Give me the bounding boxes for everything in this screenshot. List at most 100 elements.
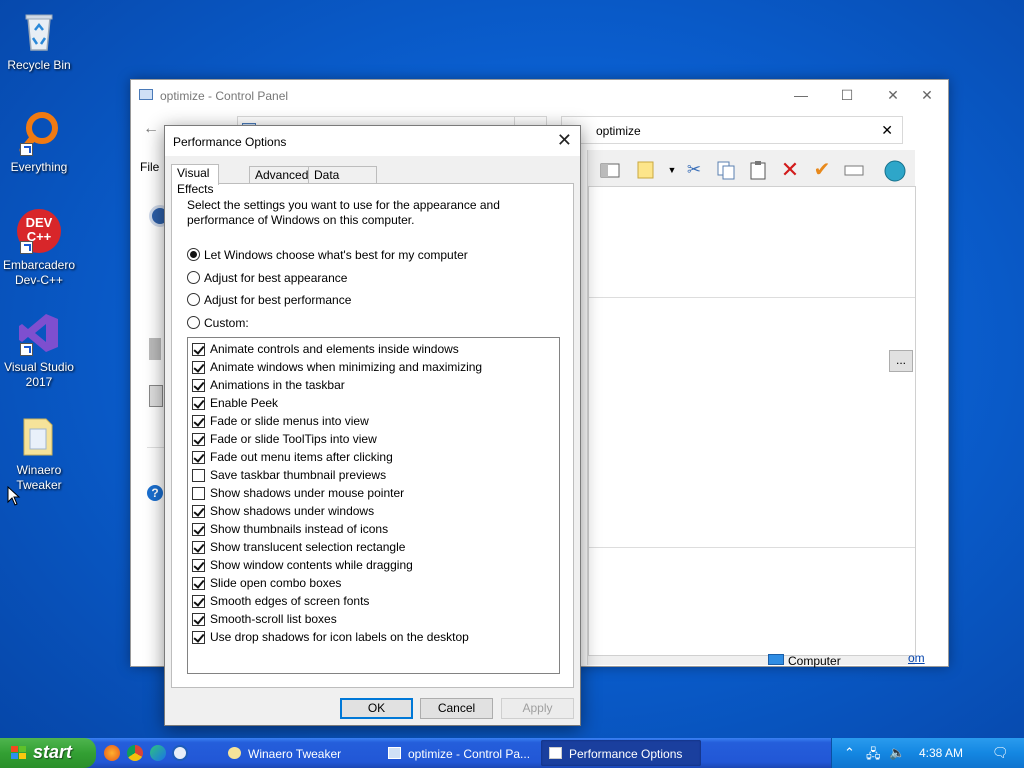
windows-flag-icon <box>11 746 27 760</box>
cancel-button[interactable]: Cancel <box>420 698 493 719</box>
chevron-down-icon[interactable]: ▼ <box>662 160 682 180</box>
recycle-bin-icon <box>16 8 62 54</box>
desktop-icon-visual-studio[interactable]: Visual Studio 2017 <box>0 310 78 390</box>
checkbox[interactable] <box>192 577 205 590</box>
radio-button[interactable] <box>187 271 200 284</box>
taskbar-item-label: Winaero Tweaker <box>248 747 342 761</box>
shortcut-arrow-icon <box>20 143 33 156</box>
visual-studio-icon <box>16 310 62 356</box>
taskbar-item-label: optimize - Control Pa... <box>408 747 531 761</box>
checkbox[interactable] <box>192 613 205 626</box>
checkbox[interactable] <box>192 343 205 356</box>
radio-label: Custom: <box>204 316 249 330</box>
description-text: Select the settings you want to use for … <box>187 198 500 227</box>
desktop-icon-everything[interactable]: Everything <box>0 110 78 175</box>
help-icon[interactable]: ? <box>147 485 163 501</box>
effects-list[interactable]: Animate controls and elements inside win… <box>187 337 560 674</box>
desktop-icon-winaero-tweaker[interactable]: Winaero Tweaker <box>0 413 78 493</box>
dialog-close-button[interactable]: ✕ <box>557 130 572 151</box>
back-arrow-icon[interactable]: ← <box>143 120 159 138</box>
start-button[interactable]: start <box>0 738 96 768</box>
taskbar-item-control-panel[interactable]: optimize - Control Pa... <box>380 740 540 766</box>
checkbox[interactable] <box>192 415 205 428</box>
effect-label: Fade or slide ToolTips into view <box>210 432 377 446</box>
checkmark-icon[interactable]: ✔ <box>812 160 832 180</box>
copy-icon[interactable] <box>716 160 736 180</box>
chrome-icon[interactable] <box>127 745 143 761</box>
note-icon[interactable] <box>636 160 656 180</box>
status-text: Computer <box>788 654 841 668</box>
tab-visual-effects[interactable]: Visual Effects <box>171 164 220 196</box>
apply-button[interactable]: Apply <box>501 698 574 719</box>
checkbox[interactable] <box>192 505 205 518</box>
checkbox[interactable] <box>192 469 205 482</box>
network-icon[interactable]: 🖧 <box>866 745 881 767</box>
taskbar-item-winaero-tweaker[interactable]: Winaero Tweaker <box>220 740 380 766</box>
maximize-button[interactable]: ☐ <box>824 80 870 111</box>
tab-advanced[interactable]: Advanced <box>249 166 315 184</box>
effect-label: Smooth edges of screen fonts <box>210 594 370 608</box>
taskbar-item-label: Performance Options <box>569 747 683 761</box>
tab-data-execution-prevention[interactable]: Data Execution Prevention <box>308 166 378 214</box>
search-box[interactable]: optimize ✕ <box>561 116 903 144</box>
checkbox[interactable] <box>192 523 205 536</box>
checkbox[interactable] <box>192 487 205 500</box>
checkbox[interactable] <box>192 541 205 554</box>
effect-label: Show translucent selection rectangle <box>210 540 406 554</box>
chevron-up-icon[interactable]: ⌃ <box>844 745 855 761</box>
radio-button[interactable] <box>187 293 200 306</box>
paste-icon[interactable] <box>748 160 768 180</box>
ie-icon[interactable] <box>172 745 188 761</box>
search-input[interactable]: optimize <box>596 124 641 138</box>
shortcut-arrow-icon <box>20 343 33 356</box>
start-label: start <box>33 742 73 762</box>
dialog-titlebar[interactable]: Performance Options ✕ <box>165 126 580 156</box>
notification-icon[interactable]: 🗨 <box>992 745 1009 761</box>
effect-label: Animations in the taskbar <box>210 378 345 392</box>
checkbox[interactable] <box>192 595 205 608</box>
radio-button[interactable] <box>187 248 200 261</box>
clock[interactable]: 4:38 AM <box>919 746 963 760</box>
checkbox[interactable] <box>192 433 205 446</box>
checkbox[interactable] <box>192 451 205 464</box>
menu-file[interactable]: File <box>140 160 159 174</box>
performance-options-dialog[interactable]: Performance Options ✕ Visual Effects Adv… <box>164 125 581 726</box>
toolbar: ▼ ✂ ✕ ✔ <box>588 154 918 184</box>
desktop-icon-recycle-bin[interactable]: Recycle Bin <box>0 8 78 73</box>
desktop-icon-label: Everything <box>10 160 68 174</box>
browse-button[interactable]: ... <box>889 350 913 372</box>
visual-effects-panel: Select the settings you want to use for … <box>171 183 574 688</box>
devcpp-logo-text: DEV C++ <box>25 215 53 244</box>
radio-label: Adjust for best performance <box>204 293 352 307</box>
edge-icon[interactable] <box>150 745 166 761</box>
checkbox[interactable] <box>192 397 205 410</box>
taskbar-item-performance-options[interactable]: Performance Options <box>541 740 701 766</box>
checkbox[interactable] <box>192 361 205 374</box>
checkbox[interactable] <box>192 559 205 572</box>
desktop-icon-label: Recycle Bin <box>7 58 71 72</box>
firefox-icon[interactable] <box>104 745 120 761</box>
volume-muted-icon[interactable]: 🔈 <box>889 745 905 761</box>
status-bar: Computer <box>758 652 916 668</box>
desktop-icon-label: Visual Studio 2017 <box>4 360 74 389</box>
cut-icon[interactable]: ✂ <box>684 160 704 180</box>
effect-label: Fade or slide menus into view <box>210 414 369 428</box>
globe-icon[interactable] <box>884 160 906 182</box>
effect-label: Animate windows when minimizing and maxi… <box>210 360 483 374</box>
minimize-button[interactable]: — <box>778 80 824 111</box>
clear-search-icon[interactable]: ✕ <box>881 122 893 139</box>
radio-button[interactable] <box>187 316 200 329</box>
checkbox[interactable] <box>192 379 205 392</box>
winaero-icon <box>228 747 241 759</box>
delete-icon[interactable]: ✕ <box>780 159 800 181</box>
checkbox[interactable] <box>192 631 205 644</box>
rename-icon[interactable] <box>844 160 864 180</box>
view-pane-icon[interactable] <box>600 160 620 180</box>
performance-options-icon <box>549 747 562 759</box>
ok-button[interactable]: OK <box>340 698 413 719</box>
effect-label: Slide open combo boxes <box>210 576 342 590</box>
effect-label: Show shadows under windows <box>210 504 375 518</box>
desktop-icon-devcpp[interactable]: DEV C++ Embarcadero Dev-C++ <box>0 208 78 288</box>
control-panel-titlebar[interactable]: optimize - Control Panel — ☐ ✕ ✕ <box>131 80 948 111</box>
link-text[interactable]: om <box>908 651 925 665</box>
